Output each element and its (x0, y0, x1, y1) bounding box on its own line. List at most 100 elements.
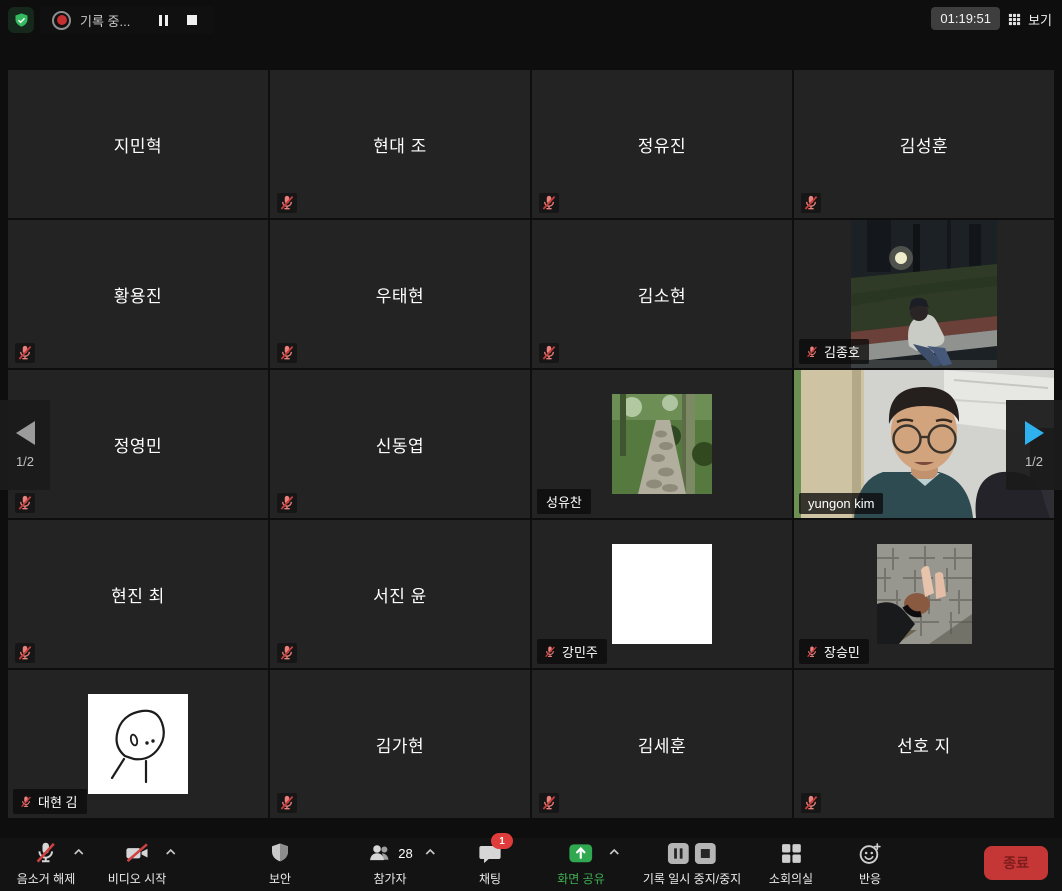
participants-button[interactable]: 28 참가자 (367, 839, 412, 887)
participant-tile[interactable]: 김세훈 (532, 670, 792, 818)
chat-button[interactable]: 1 채팅 (477, 839, 503, 887)
chevron-left-icon (16, 421, 35, 445)
chat-badge: 1 (491, 833, 513, 849)
participant-tile[interactable]: 서진 윤 (270, 520, 530, 668)
participant-name: 김소현 (532, 220, 792, 368)
participant-tile[interactable]: 김성훈 (794, 70, 1054, 218)
participant-name: 강민주 (562, 642, 598, 661)
stop-recording-icon[interactable] (695, 843, 716, 864)
participants-label: 참가자 (373, 870, 406, 887)
breakout-rooms-button[interactable]: 소회의실 (769, 839, 813, 887)
muted-mic-icon (805, 645, 819, 659)
shield-check-icon (13, 12, 30, 29)
end-meeting-button[interactable]: 종료 (984, 846, 1048, 880)
participant-tile[interactable]: 김가현 (270, 670, 530, 818)
participant-tile[interactable]: 신동엽 (270, 370, 530, 518)
name-chip: yungon kim (799, 493, 883, 514)
muted-mic-icon (277, 493, 297, 513)
stop-icon (187, 15, 197, 25)
muted-mic-icon (277, 643, 297, 663)
participant-name: 성유찬 (546, 492, 582, 511)
recording-controls-label: 기록 일시 중지/중지 (643, 870, 741, 887)
shield-icon (268, 840, 292, 866)
participant-name: 현대 조 (270, 70, 530, 218)
security-button[interactable]: 보안 (268, 839, 292, 887)
participant-name: 선호 지 (794, 670, 1054, 818)
next-page-button[interactable]: 1/2 (1006, 400, 1062, 490)
participant-name: 김가현 (270, 670, 530, 818)
participant-tile[interactable]: 장승민 (794, 520, 1054, 668)
profile-photo-blank-white (612, 544, 712, 644)
chevron-up-icon[interactable] (425, 848, 437, 856)
muted-mic-icon (805, 345, 819, 359)
camera-off-icon (123, 840, 150, 866)
participant-tile[interactable]: 대현 김 (8, 670, 268, 818)
muted-mic-icon (15, 643, 35, 663)
participant-name: 김성훈 (794, 70, 1054, 218)
stop-recording-button[interactable] (182, 10, 202, 30)
participant-tile[interactable]: 정유진 (532, 70, 792, 218)
participant-name: 정유진 (532, 70, 792, 218)
start-video-label: 비디오 시작 (108, 870, 167, 887)
security-verified-icon[interactable] (8, 7, 34, 33)
participant-grid: 지민혁 현대 조 정유진 김성훈 황용진 우태현 김소현 (8, 70, 1054, 818)
name-chip: 성유찬 (537, 489, 591, 514)
pause-recording-button[interactable] (153, 10, 173, 30)
breakout-rooms-label: 소회의실 (769, 870, 813, 887)
previous-page-button[interactable]: 1/2 (0, 400, 50, 490)
profile-photo-hand-pavement (877, 544, 972, 644)
share-screen-button[interactable]: 화면 공유 (557, 839, 605, 887)
chat-label: 채팅 (479, 870, 501, 887)
participant-name: 신동엽 (270, 370, 530, 518)
participant-tile[interactable]: 김소현 (532, 220, 792, 368)
pause-recording-icon[interactable] (668, 843, 689, 864)
unmute-button[interactable]: 음소거 해제 (17, 839, 76, 887)
record-dot-icon (52, 11, 71, 30)
share-screen-label: 화면 공유 (557, 870, 605, 887)
recording-controls[interactable]: 기록 일시 중지/중지 (643, 839, 741, 887)
people-icon (367, 840, 393, 866)
chevron-up-icon[interactable] (73, 848, 85, 856)
participant-name: 김종호 (824, 342, 860, 361)
name-chip: 김종호 (799, 339, 869, 364)
start-video-button[interactable]: 비디오 시작 (108, 839, 167, 887)
participant-count: 28 (398, 846, 412, 861)
view-button[interactable]: 보기 (1007, 10, 1052, 29)
chevron-right-icon (1025, 421, 1044, 445)
name-chip: 강민주 (537, 639, 607, 664)
muted-mic-icon (539, 343, 559, 363)
top-bar: 기록 중... 01:19:51 보기 (0, 0, 1062, 70)
chevron-up-icon[interactable] (609, 848, 621, 856)
muted-mic-icon (543, 645, 557, 659)
participant-tile[interactable]: 성유찬 (532, 370, 792, 518)
profile-photo-night-street (851, 220, 997, 368)
unmute-label: 음소거 해제 (17, 870, 76, 887)
participant-tile[interactable]: 황용진 (8, 220, 268, 368)
participant-name: 서진 윤 (270, 520, 530, 668)
recording-label: 기록 중... (80, 11, 130, 30)
participant-tile[interactable]: 지민혁 (8, 70, 268, 218)
participant-tile[interactable]: 김종호 (794, 220, 1054, 368)
muted-mic-icon (277, 193, 297, 213)
muted-mic-icon (539, 793, 559, 813)
reactions-label: 반응 (859, 870, 881, 887)
muted-mic-icon (19, 795, 33, 809)
view-label: 보기 (1028, 10, 1052, 29)
participant-tile[interactable]: 현진 최 (8, 520, 268, 668)
participant-name: 장승민 (824, 642, 860, 661)
participant-name: 대현 김 (38, 792, 78, 811)
muted-mic-icon (277, 343, 297, 363)
participant-tile[interactable]: 현대 조 (270, 70, 530, 218)
recording-indicator: 기록 중... (40, 6, 214, 34)
participant-name: 김세훈 (532, 670, 792, 818)
meeting-toolbar: 음소거 해제 비디오 시작 보안 (0, 838, 1062, 891)
participant-tile[interactable]: 우태현 (270, 220, 530, 368)
chevron-up-icon[interactable] (164, 848, 176, 856)
muted-mic-icon (15, 493, 35, 513)
grid-view-icon (1007, 12, 1022, 27)
reactions-button[interactable]: 반응 (858, 839, 883, 887)
screen-share-arrow-icon (568, 840, 595, 866)
participant-tile[interactable]: 선호 지 (794, 670, 1054, 818)
smiley-plus-icon (858, 841, 883, 866)
participant-tile[interactable]: 강민주 (532, 520, 792, 668)
